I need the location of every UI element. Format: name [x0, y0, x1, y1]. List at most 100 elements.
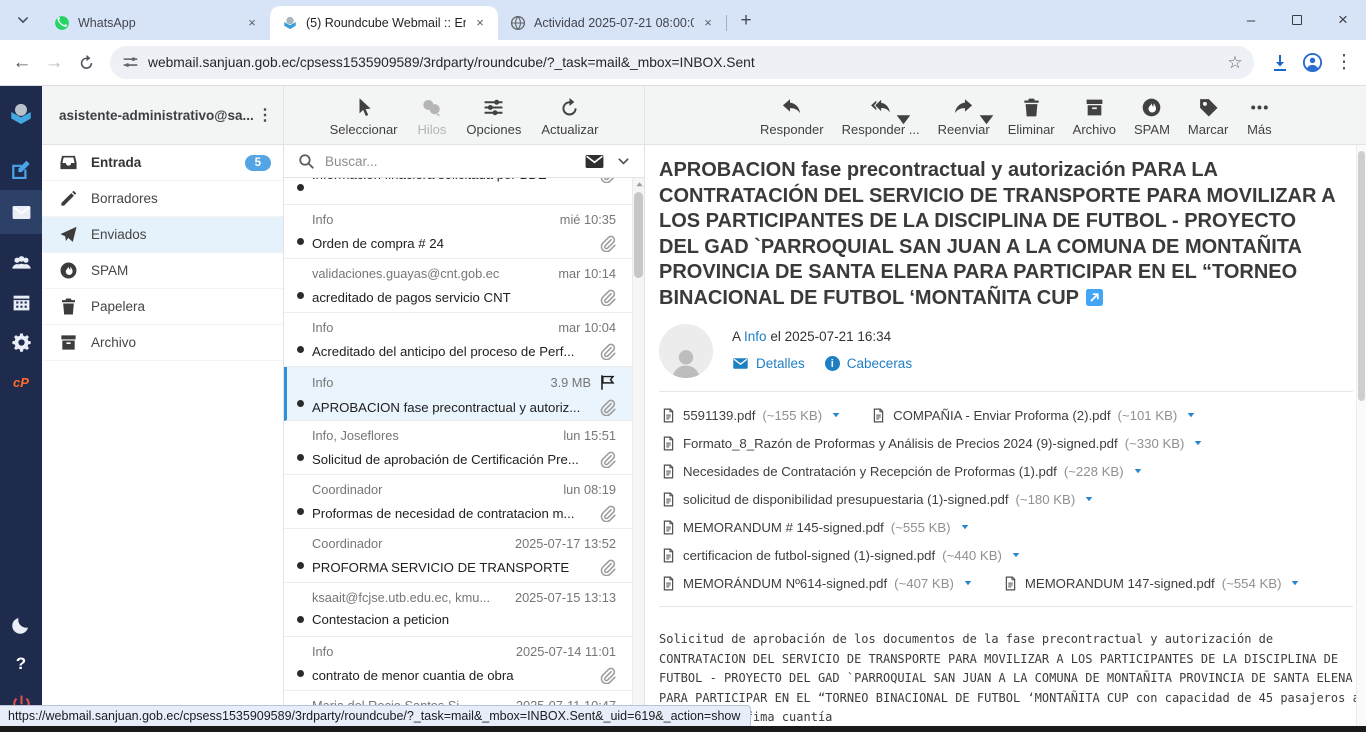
compose-icon[interactable] [0, 150, 42, 190]
view-toolbar-button[interactable]: Responder [753, 95, 831, 137]
caret-down-icon[interactable] [976, 109, 985, 118]
bookmark-star-icon[interactable]: ☆ [1226, 54, 1244, 72]
browser-tab[interactable]: WhatsApp × [42, 6, 270, 40]
downloads-icon[interactable] [1264, 47, 1296, 79]
folder-item[interactable]: Borradores [42, 181, 283, 217]
tab-search-button[interactable] [10, 7, 36, 33]
address-bar[interactable]: webmail.sanjuan.gob.ec/cpsess1535909589/… [110, 46, 1254, 79]
message-row[interactable]: Info, Joseflores lun 15:51 Solicitud de … [284, 421, 632, 475]
folder-item[interactable]: Archivo [42, 325, 283, 361]
attachment-name[interactable]: Necesidades de Contratación y Recepción … [683, 464, 1057, 479]
new-tab-button[interactable]: + [732, 7, 760, 35]
reload-button[interactable] [70, 47, 102, 79]
attachment-name[interactable]: COMPAÑIA - Enviar Proforma (2).pdf [893, 408, 1110, 423]
attachment-name[interactable]: MEMORANDUM # 145-signed.pdf [683, 520, 884, 535]
message-row[interactable]: Info mar 10:04 Acreditado del anticipo d… [284, 313, 632, 367]
settings-gear-icon[interactable] [0, 322, 42, 362]
attachment-name[interactable]: certificacion de futbol-signed (1)-signe… [683, 548, 935, 563]
mail-icon[interactable] [0, 190, 42, 234]
list-toolbar-button[interactable]: Hilos [411, 95, 454, 137]
message-row[interactable]: Coordinador 2025-07-17 13:52 PROFORMA SE… [284, 529, 632, 583]
folder-item[interactable]: Enviados [42, 217, 283, 253]
view-toolbar-button[interactable]: Responder ... [835, 95, 927, 137]
search-scope-chevron-icon[interactable] [617, 155, 630, 168]
view-toolbar-button[interactable]: Eliminar [1001, 95, 1062, 137]
attachment-menu-caret-icon[interactable] [831, 410, 841, 420]
message-row[interactable]: Coordinador lun 08:19 Proformas de neces… [284, 475, 632, 529]
browser-tab[interactable]: (5) Roundcube Webmail :: Envia × [270, 6, 498, 40]
view-toolbar-button[interactable]: Reenviar [931, 95, 997, 137]
account-menu-icon[interactable]: ⋮ [257, 105, 273, 125]
tab-close-icon[interactable]: × [700, 15, 716, 31]
view-scroll-thumb[interactable] [1358, 151, 1365, 401]
attachment-menu-caret-icon[interactable] [1290, 578, 1300, 588]
attachment-item[interactable]: MEMORANDUM 147-signed.pdf (~554 KB) [1003, 569, 1301, 597]
list-scrollbar[interactable] [632, 178, 644, 726]
profile-icon[interactable] [1296, 47, 1328, 79]
attachment-item[interactable]: Formato_8_Razón de Proformas y Análisis … [661, 429, 1353, 457]
attachment-item[interactable]: 5591139.pdf (~155 KB) [661, 401, 841, 429]
url-text[interactable]: webmail.sanjuan.gob.ec/cpsess1535909589/… [148, 55, 1226, 70]
open-in-new-window-icon[interactable] [1086, 289, 1103, 306]
attachment-name[interactable]: Formato_8_Razón de Proformas y Análisis … [683, 436, 1118, 451]
help-icon[interactable]: ? [0, 644, 42, 684]
headers-toggle[interactable]: i Cabeceras [825, 356, 912, 371]
attachment-menu-caret-icon[interactable] [1186, 410, 1196, 420]
attachment-name[interactable]: MEMORÁNDUM Nº614-signed.pdf [683, 576, 887, 591]
attachment-item[interactable]: MEMORANDUM # 145-signed.pdf (~555 KB) [661, 513, 1353, 541]
window-close-button[interactable]: × [1320, 0, 1366, 40]
browser-menu-icon[interactable]: ⋮ [1328, 47, 1360, 79]
window-minimize-button[interactable]: – [1228, 0, 1274, 40]
browser-tab[interactable]: Actividad 2025-07-21 08:00:00 × [498, 6, 726, 40]
attachment-menu-caret-icon[interactable] [1193, 438, 1203, 448]
details-toggle[interactable]: Detalles [732, 355, 805, 372]
view-toolbar-button[interactable]: Archivo [1066, 95, 1123, 137]
attachment-name[interactable]: solicitud de disponibilidad presupuestar… [683, 492, 1009, 507]
attachment-name[interactable]: 5591139.pdf [683, 408, 755, 423]
site-settings-icon[interactable] [122, 54, 139, 71]
message-row[interactable]: Info 2025-07-14 11:01 contrato de menor … [284, 637, 632, 691]
window-restore-button[interactable] [1274, 0, 1320, 40]
folder-item[interactable]: Papelera [42, 289, 283, 325]
message-row[interactable]: ksaait@fcjse.utb.edu.ec, kmu... 2025-07-… [284, 583, 632, 637]
calendar-icon[interactable] [0, 282, 42, 322]
list-toolbar-button[interactable]: Actualizar [534, 95, 605, 137]
message-row[interactable]: Info 3.9 MB APROBACION fase precontractu… [284, 367, 632, 421]
attachment-item[interactable]: solicitud de disponibilidad presupuestar… [661, 485, 1353, 513]
attachment-item[interactable]: MEMORÁNDUM Nº614-signed.pdf (~407 KB) [661, 569, 973, 597]
view-toolbar-button[interactable]: SPAM [1127, 95, 1177, 137]
view-toolbar-button[interactable]: Marcar [1181, 95, 1235, 137]
search-bar[interactable]: Buscar... [284, 145, 644, 178]
message-row[interactable]: Información finaciera solicitada por BDE [284, 178, 632, 205]
back-button[interactable]: ← [6, 47, 38, 79]
search-input[interactable]: Buscar... [325, 154, 584, 169]
contacts-icon[interactable] [0, 242, 42, 282]
attachment-menu-caret-icon[interactable] [1084, 494, 1094, 504]
folder-item[interactable]: Entrada 5 [42, 145, 283, 181]
tab-close-icon[interactable]: × [244, 15, 260, 31]
attachment-menu-caret-icon[interactable] [1011, 550, 1021, 560]
recipient-link[interactable]: Info [744, 329, 767, 344]
attachment-menu-caret-icon[interactable] [963, 578, 973, 588]
attachment-item[interactable]: Necesidades de Contratación y Recepción … [661, 457, 1353, 485]
scroll-thumb[interactable] [634, 192, 643, 278]
view-toolbar-button[interactable]: Más [1239, 95, 1279, 137]
cpanel-icon[interactable]: cP [0, 362, 42, 402]
search-scope-mail-icon[interactable] [584, 151, 605, 172]
list-toolbar-button[interactable]: Opciones [459, 95, 528, 137]
attachment-menu-caret-icon[interactable] [960, 522, 970, 532]
attachment-item[interactable]: COMPAÑIA - Enviar Proforma (2).pdf (~101… [871, 401, 1196, 429]
attachment-item[interactable]: certificacion de futbol-signed (1)-signe… [661, 541, 1353, 569]
list-toolbar-button[interactable]: Seleccionar [323, 95, 405, 137]
caret-down-icon[interactable] [893, 109, 902, 118]
forward-button[interactable]: → [38, 47, 70, 79]
attachment-name[interactable]: MEMORANDUM 147-signed.pdf [1025, 576, 1215, 591]
message-row[interactable]: validaciones.guayas@cnt.gob.ec mar 10:14… [284, 259, 632, 313]
folder-item[interactable]: SPAM [42, 253, 283, 289]
message-row[interactable]: Info mié 10:35 Orden de compra # 24 [284, 205, 632, 259]
scroll-up-icon[interactable] [633, 178, 645, 190]
flag-icon[interactable] [599, 374, 616, 391]
attachment-menu-caret-icon[interactable] [1133, 466, 1143, 476]
tab-close-icon[interactable]: × [472, 15, 488, 31]
dark-mode-icon[interactable] [0, 604, 42, 644]
